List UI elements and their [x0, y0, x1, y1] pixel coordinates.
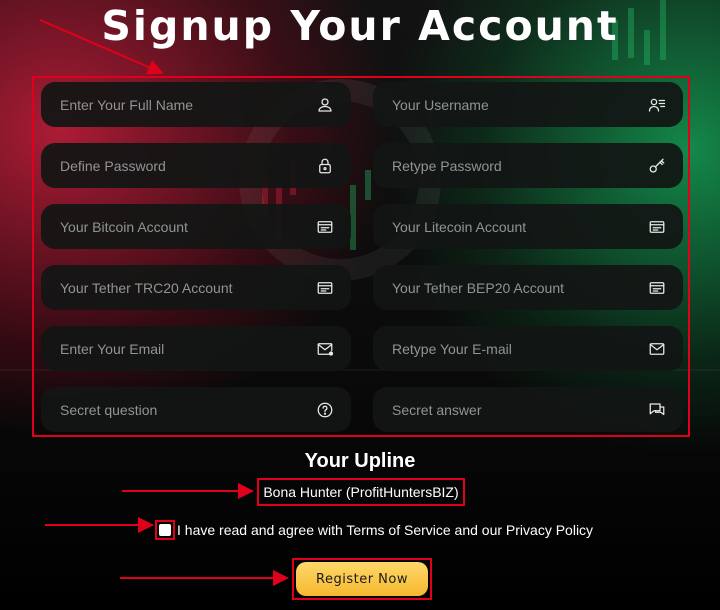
register-button-highlight: Register Now	[292, 558, 432, 600]
define-password-field[interactable]: Define Password	[41, 143, 351, 188]
terms-label: I have read and agree with Terms of Serv…	[177, 522, 594, 538]
tether-bep20-field[interactable]: Your Tether BEP20 Account	[373, 265, 683, 310]
upline-title: Your Upline	[304, 450, 416, 472]
secret-answer-placeholder: Secret answer	[392, 401, 482, 418]
wallet-card-icon	[315, 217, 335, 237]
define-password-placeholder: Define Password	[60, 157, 166, 174]
mail-dot-icon	[315, 339, 335, 359]
upline-value: Bona Hunter (ProfitHuntersBIZ)	[257, 478, 465, 506]
mail-icon	[647, 339, 667, 359]
email-placeholder: Enter Your Email	[60, 340, 165, 357]
bitcoin-account-field[interactable]: Your Bitcoin Account	[41, 204, 351, 249]
tether-trc20-field[interactable]: Your Tether TRC20 Account	[41, 265, 351, 310]
register-button[interactable]: Register Now	[296, 562, 428, 596]
retype-email-placeholder: Retype Your E-mail	[392, 340, 512, 357]
user-icon	[315, 95, 335, 115]
secret-question-placeholder: Secret question	[60, 401, 158, 418]
full-name-placeholder: Enter Your Full Name	[60, 96, 194, 113]
litecoin-account-field[interactable]: Your Litecoin Account	[373, 204, 683, 249]
user-list-icon	[647, 95, 667, 115]
terms-checkbox[interactable]	[155, 520, 175, 540]
litecoin-account-placeholder: Your Litecoin Account	[392, 218, 527, 235]
retype-password-field[interactable]: Retype Password	[373, 143, 683, 188]
terms-agreement: I have read and agree with Terms of Serv…	[155, 518, 593, 542]
secret-answer-field[interactable]: Secret answer	[373, 387, 683, 432]
chat-icon	[647, 400, 667, 420]
question-circle-icon	[315, 400, 335, 420]
username-field[interactable]: Your Username	[373, 82, 683, 127]
username-placeholder: Your Username	[392, 96, 489, 113]
signup-form-highlight	[32, 76, 690, 437]
full-name-field[interactable]: Enter Your Full Name	[41, 82, 351, 127]
retype-email-field[interactable]: Retype Your E-mail	[373, 326, 683, 371]
page-title: Signup Your Account	[101, 2, 619, 50]
secret-question-field[interactable]: Secret question	[41, 387, 351, 432]
bitcoin-account-placeholder: Your Bitcoin Account	[60, 218, 188, 235]
wallet-card-icon	[647, 278, 667, 298]
key-icon	[647, 156, 667, 176]
checkmark-icon	[159, 524, 171, 536]
wallet-card-icon	[315, 278, 335, 298]
lock-icon	[315, 156, 335, 176]
wallet-card-icon	[647, 217, 667, 237]
email-field[interactable]: Enter Your Email	[41, 326, 351, 371]
tether-trc20-placeholder: Your Tether TRC20 Account	[60, 279, 233, 296]
tether-bep20-placeholder: Your Tether BEP20 Account	[392, 279, 565, 296]
retype-password-placeholder: Retype Password	[392, 157, 502, 174]
